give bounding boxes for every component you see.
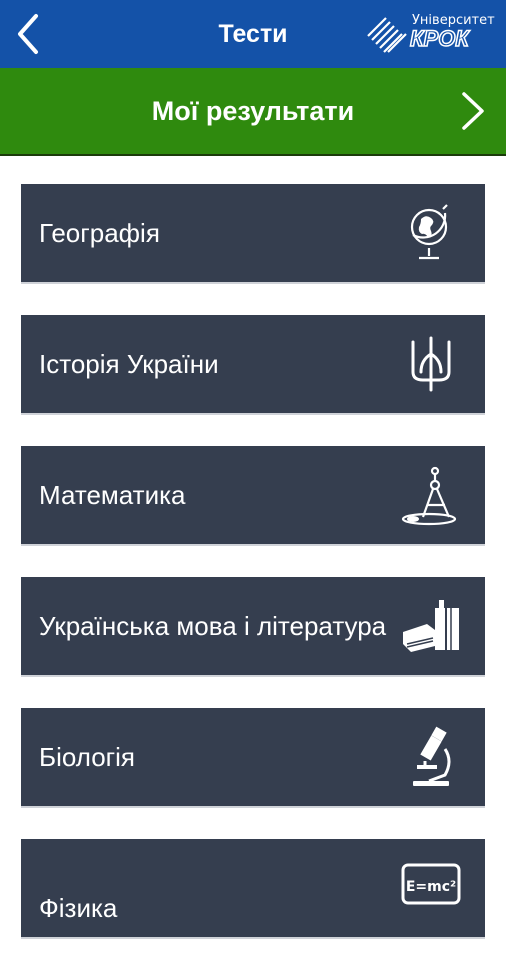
logo-lines-icon	[367, 17, 407, 53]
divider	[0, 154, 506, 156]
subject-label: Географія	[39, 218, 160, 248]
subject-label: Історія України	[39, 349, 219, 379]
microscope-icon	[413, 726, 451, 786]
subject-item-biology[interactable]: Біологія	[21, 708, 485, 808]
subject-item-physics[interactable]: Фізика E=mc²	[21, 839, 485, 939]
compass-icon	[401, 466, 457, 526]
books-icon	[403, 600, 459, 652]
top-app-bar: Тести Університет КРОК	[0, 0, 506, 68]
formula-text: E=mc²	[406, 879, 456, 895]
subject-item-math[interactable]: Математика	[21, 446, 485, 546]
subject-label: Математика	[39, 480, 186, 510]
my-results-label: Мої результати	[151, 96, 355, 126]
university-logo: Університет КРОК	[366, 13, 495, 54]
logo-krok-text: КРОК	[409, 25, 469, 52]
globe-icon	[410, 204, 448, 260]
subject-label: Українська мова і література	[39, 611, 387, 641]
my-results-button[interactable]: Мої результати	[0, 68, 506, 154]
subject-label: Фізика	[39, 893, 118, 923]
subject-item-history[interactable]: Історія України	[21, 315, 485, 415]
formula-icon: E=mc²	[401, 863, 461, 905]
subject-item-ukrainian[interactable]: Українська мова і література	[21, 577, 485, 677]
subject-item-geography[interactable]: Географія	[21, 184, 485, 284]
trident-icon	[411, 336, 451, 392]
subject-label: Біологія	[39, 742, 135, 772]
chevron-right-icon	[462, 92, 484, 130]
